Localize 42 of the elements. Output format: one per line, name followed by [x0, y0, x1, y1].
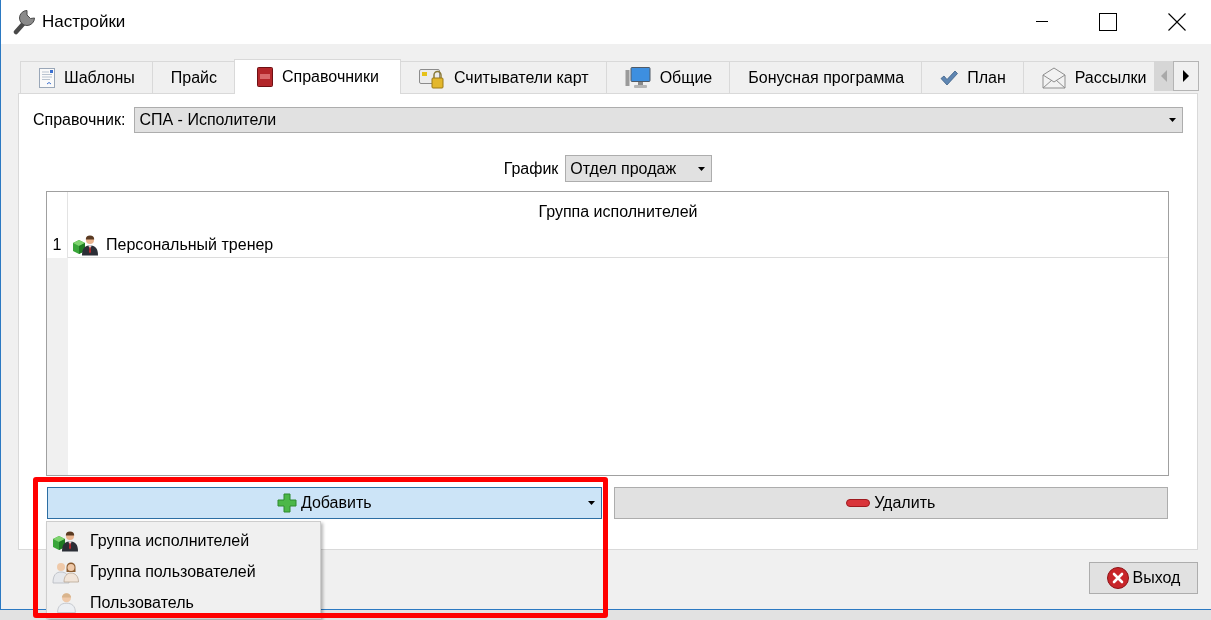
scroll-right-button[interactable]	[1173, 61, 1199, 91]
cube-person-icon	[72, 233, 100, 256]
envelope-icon	[1041, 66, 1066, 89]
minimize-icon	[1036, 21, 1048, 23]
minus-icon	[846, 499, 871, 507]
cross-circle-icon	[1106, 567, 1129, 589]
schedule-dropdown[interactable]: Отдел продаж	[565, 155, 713, 182]
caret-icon	[698, 166, 706, 171]
wrench-icon	[12, 9, 36, 35]
tab[interactable]: Бонусная программа	[729, 61, 922, 93]
plus-icon	[276, 493, 297, 513]
tab[interactable]: Общие	[605, 61, 730, 93]
delete-button[interactable]: Удалить	[613, 487, 1168, 519]
tab[interactable]: План	[921, 61, 1023, 93]
field-label: Справочник:	[33, 111, 126, 129]
window-title: Настройки	[42, 12, 126, 32]
monitor-icon	[624, 66, 651, 89]
right-arrow-icon	[1183, 70, 1189, 82]
check-icon	[940, 69, 959, 86]
caret-icon	[587, 501, 595, 505]
entry-name: Персональный тренер	[106, 235, 274, 254]
book-icon	[257, 66, 273, 87]
maximize-icon	[1099, 13, 1117, 31]
caret-icon	[1169, 118, 1176, 122]
add-button[interactable]: Добавить	[47, 487, 602, 519]
card-lock-icon	[418, 66, 445, 89]
tab[interactable]: Шаблоны	[20, 61, 152, 93]
field-label: График	[503, 159, 559, 178]
left-arrow-icon	[1160, 70, 1167, 82]
cube-person-icon	[52, 529, 80, 552]
tab[interactable]: Рассылки	[1022, 61, 1154, 93]
exit-button[interactable]: Выход	[1089, 562, 1198, 594]
menu-item[interactable]: Группа пользователей	[47, 556, 320, 587]
close-icon	[1167, 13, 1186, 31]
tab[interactable]: Справочники	[234, 59, 401, 94]
menu-item[interactable]: Пользователь	[47, 587, 320, 618]
document-icon	[39, 67, 55, 88]
tab[interactable]: Прайс	[151, 61, 234, 93]
person-icon	[56, 592, 76, 613]
column-header: Группа исполнителей	[537, 202, 699, 222]
menu-item[interactable]: Группа исполнителей	[47, 525, 320, 556]
directory-dropdown[interactable]: СПА - Исполители	[134, 107, 1183, 133]
